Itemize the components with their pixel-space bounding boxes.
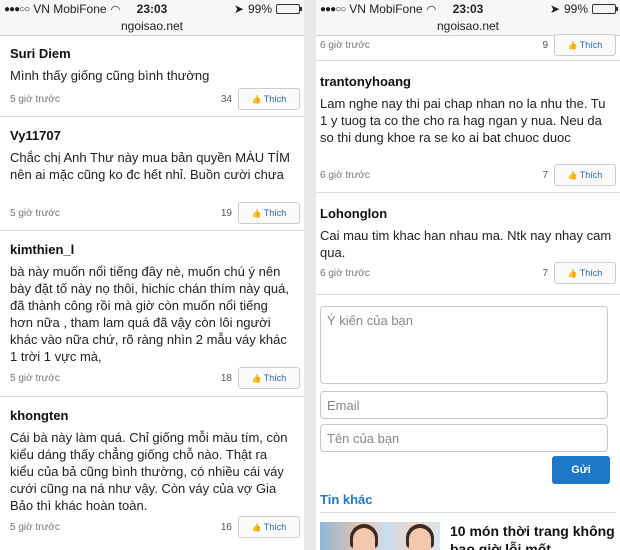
send-button[interactable]: Gửi: [552, 456, 610, 484]
location-icon: ➤: [549, 2, 560, 16]
like-label: Thích: [263, 94, 287, 104]
comment-time: 5 giờ trước: [10, 372, 60, 384]
section-title: Tin khác: [320, 492, 373, 507]
battery-icon: [276, 4, 302, 14]
comment-author: Lohonglon: [320, 206, 388, 221]
comment-author: Vy11707: [10, 128, 61, 143]
comment-author: kimthien_l: [10, 242, 75, 257]
comment-meta: 5 giờ trước 16 👍 Thích: [10, 516, 300, 538]
screens-container: ●●●○○ VN MobiFone ◠ 23:03 ➤ 99% ngoisao.…: [0, 0, 620, 550]
email-placeholder: Email: [327, 398, 360, 413]
divider: [316, 60, 620, 61]
battery-percent: 99%: [563, 2, 588, 16]
signal-icon: ●●●○○: [320, 3, 346, 15]
comment: Lohonglon Cai mau tim khac han nhau ma. …: [316, 206, 620, 261]
carrier-name: VN MobiFone: [349, 2, 423, 16]
status-bar: ●●●○○ VN MobiFone ◠ 23:03 ➤ 99%: [0, 0, 304, 18]
thumbs-up-icon: 👍: [567, 170, 578, 180]
divider: [0, 396, 304, 397]
comment: trantonyhoang Lam nghe nay thi pai chap …: [316, 74, 620, 146]
like-count: 9: [542, 39, 548, 51]
email-field[interactable]: Email: [320, 391, 608, 419]
news-thumbnail[interactable]: [320, 522, 440, 550]
comment-placeholder: Ý kiến của bạn: [327, 313, 414, 328]
status-bar: ●●●○○ VN MobiFone ◠ 23:03 ➤ 99%: [316, 0, 620, 18]
like-label: Thích: [579, 40, 603, 50]
like-count: 18: [220, 372, 232, 384]
left-screen: ●●●○○ VN MobiFone ◠ 23:03 ➤ 99% ngoisao.…: [0, 0, 304, 550]
comment-meta: 6 giờ trước 7 👍 Thích: [320, 262, 616, 284]
like-count: 16: [220, 521, 232, 533]
thumbs-up-icon: 👍: [251, 373, 262, 383]
comment-text: Cai mau tim khac han nhau ma. Ntk nay nh…: [320, 228, 612, 260]
comment-text: bà này muốn nổi tiếng đây nè, muốn chú ý…: [10, 264, 289, 364]
comment: khongten Cái bà này làm quá. Chỉ giống m…: [0, 408, 304, 514]
location-icon: ➤: [233, 2, 244, 16]
like-button[interactable]: 👍 Thích: [238, 367, 300, 389]
comment-text: Chắc chị Anh Thư này mua bản quyền MÀU T…: [10, 150, 290, 182]
comment-author: Suri Diem: [10, 46, 71, 61]
comment-author: khongten: [10, 408, 69, 423]
like-label: Thích: [263, 373, 287, 383]
thumbnail-figure: [353, 528, 375, 550]
comment-time: 6 giờ trước: [320, 267, 370, 279]
comment-meta: 6 giờ trước 7 👍 Thích: [320, 164, 616, 186]
news-headline[interactable]: 10 món thời trang không bao giờ lỗi mốt: [450, 522, 616, 550]
comment-time: 5 giờ trước: [10, 93, 60, 105]
comment-time: 6 giờ trước: [320, 169, 370, 181]
comment-time: 5 giờ trước: [10, 207, 60, 219]
like-label: Thích: [263, 208, 287, 218]
divider: [320, 512, 616, 513]
thumbs-up-icon: 👍: [567, 268, 578, 278]
like-button[interactable]: 👍 Thích: [554, 164, 616, 186]
like-count: 7: [542, 267, 548, 279]
comment-meta: 5 giờ trước 19 👍 Thích: [10, 202, 300, 224]
battery-percent: 99%: [247, 2, 272, 16]
thumbs-up-icon: 👍: [251, 94, 262, 104]
thumbnail-figure: [409, 528, 431, 550]
divider: [0, 116, 304, 117]
comment: Vy11707 Chắc chị Anh Thư này mua bản quy…: [0, 128, 304, 183]
url-bar[interactable]: ngoisao.net: [0, 18, 304, 36]
like-count: 7: [542, 169, 548, 181]
comment-author: trantonyhoang: [320, 74, 411, 89]
like-label: Thích: [579, 170, 603, 180]
comment-textarea[interactable]: Ý kiến của bạn: [320, 306, 608, 384]
wifi-icon: ◠: [110, 3, 121, 16]
comment-meta: 5 giờ trước 34 👍 Thích: [10, 88, 300, 110]
divider: [316, 192, 620, 193]
like-count: 19: [220, 207, 232, 219]
comment-text: Lam nghe nay thi pai chap nhan no la nhu…: [320, 96, 606, 145]
comment: Suri Diem Mình thấy giống cũng bình thườ…: [0, 46, 304, 84]
divider: [0, 230, 304, 231]
wifi-icon: ◠: [426, 3, 437, 16]
comment-meta: 6 giờ trước 9 👍 Thích: [320, 34, 616, 56]
name-placeholder: Tên của bạn: [327, 431, 400, 446]
like-button[interactable]: 👍 Thích: [238, 202, 300, 224]
divider: [316, 294, 620, 295]
like-count: 34: [220, 93, 232, 105]
like-button[interactable]: 👍 Thích: [554, 262, 616, 284]
like-label: Thích: [579, 268, 603, 278]
comment: kimthien_l bà này muốn nổi tiếng đây nè,…: [0, 242, 304, 365]
like-button[interactable]: 👍 Thích: [238, 88, 300, 110]
thumbs-up-icon: 👍: [251, 522, 262, 532]
like-button[interactable]: 👍 Thích: [554, 34, 616, 56]
comment-meta: 5 giờ trước 18 👍 Thích: [10, 367, 300, 389]
like-button[interactable]: 👍 Thích: [238, 516, 300, 538]
comment-text: Mình thấy giống cũng bình thường: [10, 68, 210, 83]
comment-time: 5 giờ trước: [10, 521, 60, 533]
signal-icon: ●●●○○: [4, 3, 30, 15]
thumbs-up-icon: 👍: [251, 208, 262, 218]
like-label: Thích: [263, 522, 287, 532]
name-field[interactable]: Tên của bạn: [320, 424, 608, 452]
thumbs-up-icon: 👍: [567, 40, 578, 50]
battery-icon: [592, 4, 618, 14]
comment-text: Cái bà này làm quá. Chỉ giống mỗi màu tí…: [10, 430, 288, 513]
carrier-name: VN MobiFone: [33, 2, 107, 16]
right-screen: ●●●○○ VN MobiFone ◠ 23:03 ➤ 99% ngoisao.…: [316, 0, 620, 550]
comment-time: 6 giờ trước: [320, 39, 370, 51]
